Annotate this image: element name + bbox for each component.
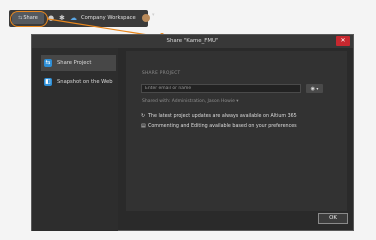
permission-dropdown-button[interactable]: ◉ ▾ — [306, 84, 323, 93]
comment-icon: ▤ — [141, 123, 146, 129]
section-label: SHARE PROJECT — [142, 71, 181, 76]
sidebar-item-label: Share Project — [57, 60, 92, 66]
info-text: The latest project updates are always av… — [148, 114, 297, 119]
refresh-icon: ↻ — [141, 113, 146, 119]
dialog-title: Share "Kame_FMU" — [166, 38, 219, 44]
sidebar-item-snapshot-web[interactable]: ◧ Snapshot on the Web — [41, 74, 116, 90]
email-input[interactable] — [141, 84, 301, 93]
sidebar-item-share-project[interactable]: ⇆ Share Project — [41, 55, 116, 71]
share-project-panel: SHARE PROJECT ◉ ▾ Shared with: Administr… — [126, 51, 347, 211]
close-icon: ✕ — [340, 37, 346, 44]
info-row-updates: ↻ The latest project updates are always a… — [141, 113, 297, 119]
dialog-titlebar: Share "Kame_FMU" ✕ — [32, 35, 353, 48]
shared-with-link[interactable]: Shared with: Administration, Jason Howie… — [142, 99, 239, 104]
info-text: Commenting and Editing available based o… — [148, 124, 297, 129]
sidebar-item-label: Snapshot on the Web — [57, 79, 113, 85]
close-button[interactable]: ✕ — [336, 36, 350, 46]
chevron-down-icon: ▾ — [315, 86, 319, 91]
share-dialog: Share "Kame_FMU" ✕ ⇆ Share Project ◧ Sna… — [31, 34, 354, 231]
ok-button[interactable]: OK — [318, 213, 348, 224]
share-project-icon: ⇆ — [44, 59, 52, 67]
snapshot-icon: ◧ — [44, 78, 52, 86]
callout-line — [47, 18, 162, 36]
dialog-sidebar: ⇆ Share Project ◧ Snapshot on the Web — [32, 48, 118, 231]
info-row-commenting: ▤ Commenting and Editing available based … — [141, 123, 297, 129]
